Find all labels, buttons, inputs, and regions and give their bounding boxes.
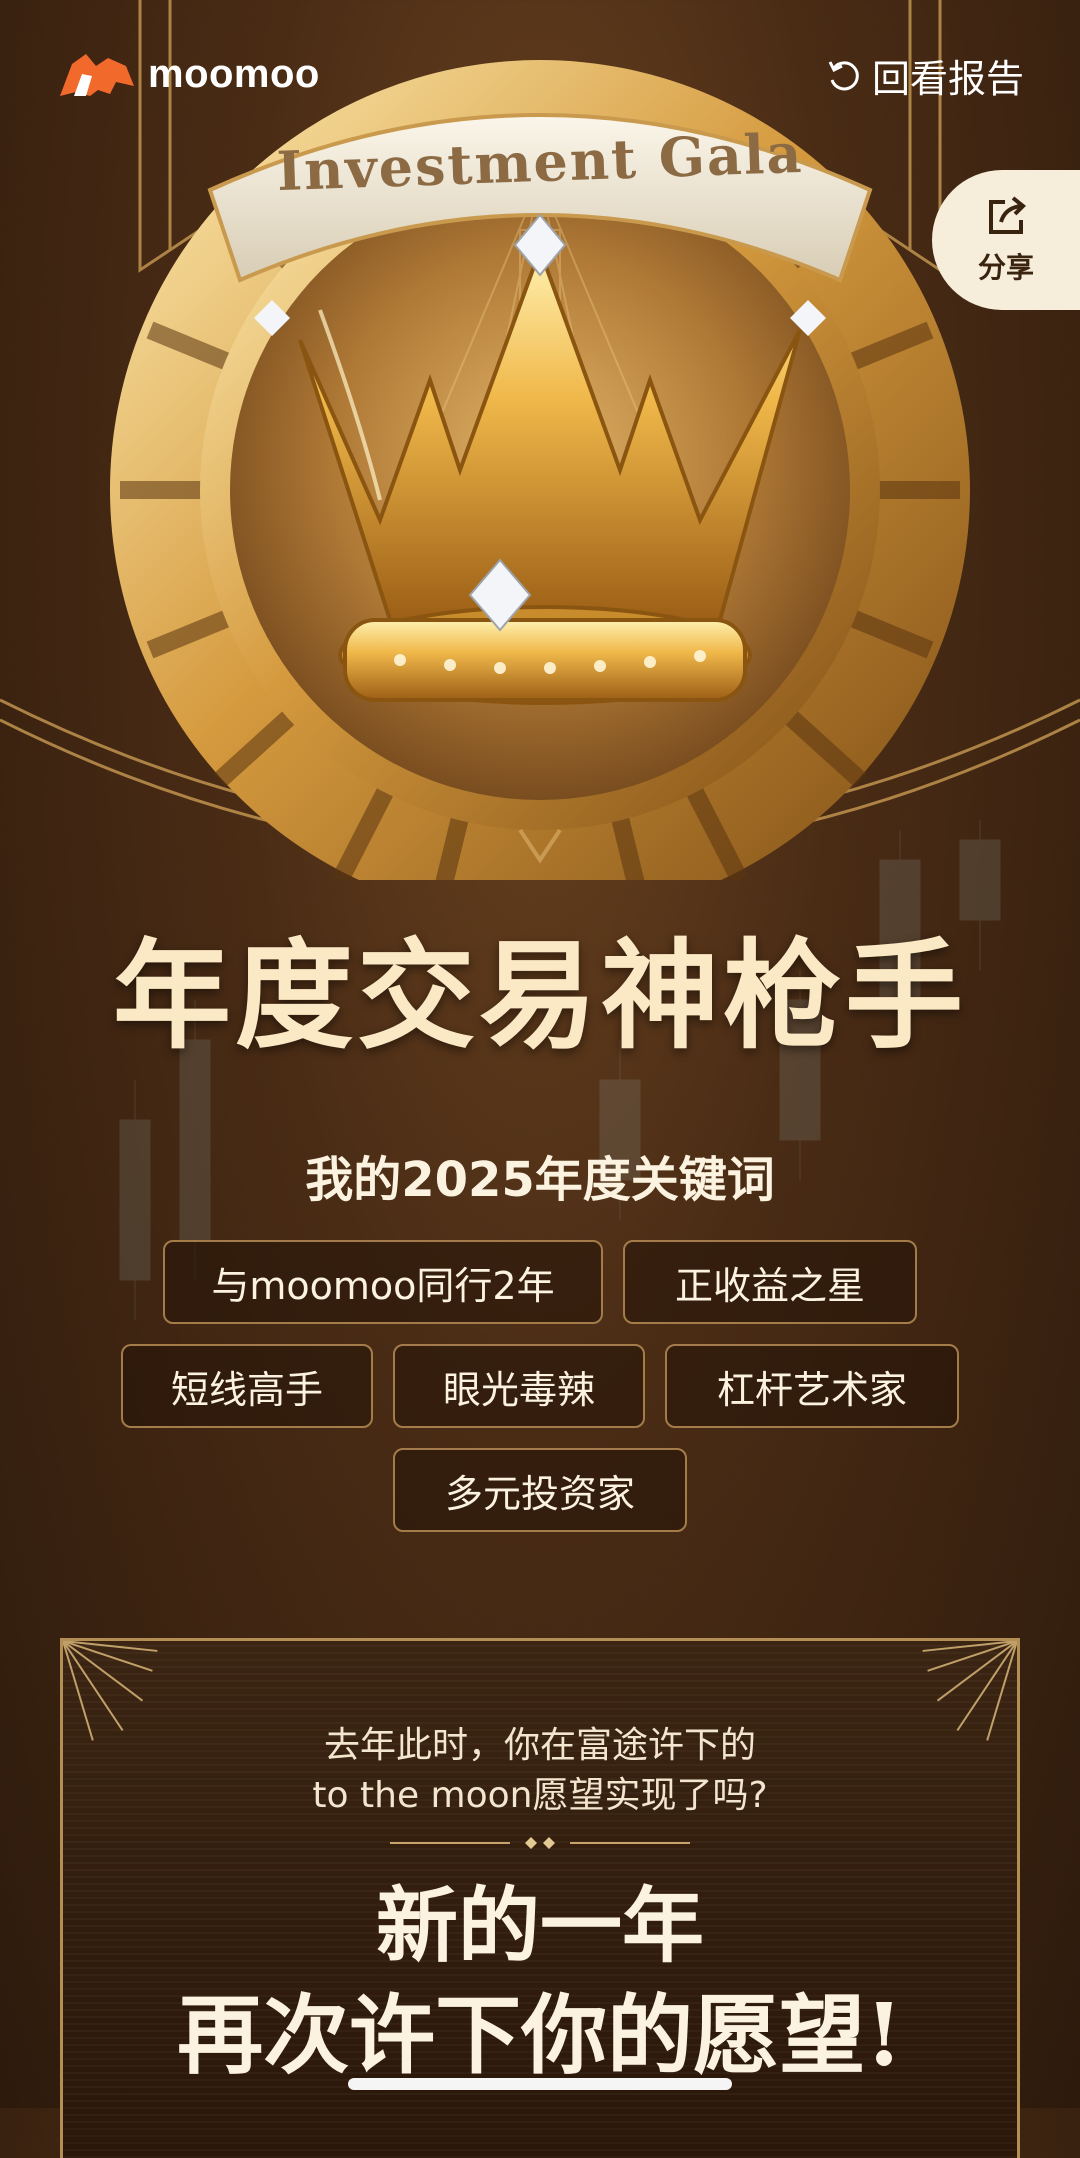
moomoo-logo: moomoo: [56, 46, 320, 102]
brand-name: moomoo: [148, 51, 320, 96]
page-title: 年度交易神枪手: [112, 926, 967, 1065]
card-question-line2: to the moon愿望实现了吗?: [312, 1775, 768, 1816]
keyword-row: 与moomoo同行2年 正收益之星: [0, 1240, 1080, 1324]
keyword-tag: 杠杆艺术家: [665, 1344, 959, 1428]
home-indicator[interactable]: [348, 2078, 732, 2090]
refresh-icon: [828, 60, 859, 90]
keyword-row: 短线高手 眼光毒辣 杠杆艺术家: [0, 1344, 1080, 1428]
share-icon: [989, 196, 1026, 234]
keyword-tag: 正收益之星: [623, 1240, 917, 1324]
keyword-tag: 眼光毒辣: [393, 1344, 645, 1428]
keyword-row: 多元投资家: [0, 1448, 1080, 1532]
review-report-label: 回看报告: [871, 57, 1024, 101]
wish-headline-line1: 新的一年: [375, 1878, 704, 1974]
keyword-tag: 与moomoo同行2年: [163, 1240, 603, 1324]
card-question-line1: 去年此时，你在富途许下的: [323, 1725, 756, 1766]
review-report-button[interactable]: 回看报告: [826, 48, 1024, 103]
share-button[interactable]: 分享: [932, 170, 1080, 310]
share-label: 分享: [977, 251, 1034, 284]
ornament-divider: [390, 1837, 690, 1849]
card-question: 去年此时，你在富途许下的 to the moon愿望实现了吗?: [63, 1721, 1017, 1821]
moomoo-bull-logo-icon: [60, 54, 134, 96]
wish-headline: 新的一年 再次许下你的愿望!: [63, 1871, 1017, 2091]
top-header: moomoo 回看报告: [0, 40, 1080, 110]
keyword-tag: 短线高手: [121, 1344, 373, 1428]
keywords-subtitle: 我的2025年度关键词: [305, 1152, 775, 1208]
keyword-tag: 多元投资家: [393, 1448, 687, 1532]
wish-headline-line2: 再次许下你的愿望!: [177, 1985, 903, 2086]
keyword-tags: 与moomoo同行2年 正收益之星 短线高手 眼光毒辣 杠杆艺术家 多元投资家: [0, 1240, 1080, 1552]
